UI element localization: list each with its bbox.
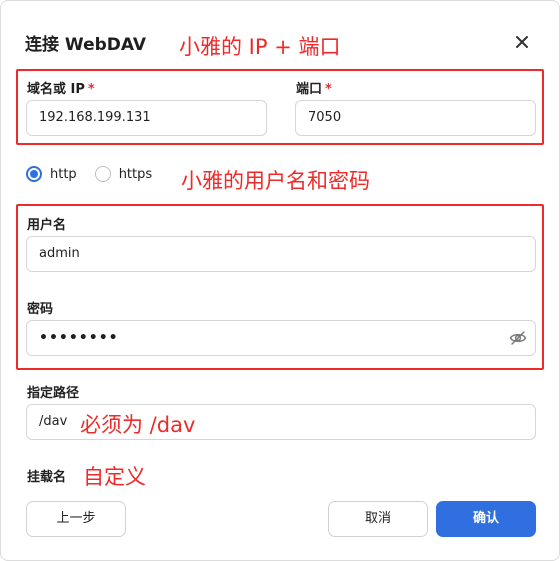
radio-http[interactable]	[26, 166, 42, 182]
dialog-title: 连接 WebDAV	[25, 35, 147, 55]
close-icon	[516, 36, 528, 48]
back-button[interactable]: 上一步	[26, 501, 126, 537]
radio-https[interactable]	[94, 166, 111, 182]
confirm-button[interactable]: 确认	[436, 501, 536, 537]
close-button[interactable]	[509, 29, 535, 55]
mount-name-label: 挂载名	[27, 470, 67, 485]
cancel-button[interactable]: 取消	[328, 501, 428, 537]
annotation-mount-name: 自定义	[83, 465, 146, 489]
webdav-connect-dialog: 连接 WebDAV 域名或 IP * 192.168.199.131 端口 * 70…	[0, 0, 560, 561]
annotation-path: 必须为 /dav	[80, 413, 196, 437]
path-label: 指定路径	[27, 386, 80, 401]
radio-https-label[interactable]: https	[119, 167, 152, 182]
annotation-box-ip-port	[16, 69, 544, 145]
radio-http-label[interactable]: http	[50, 167, 77, 182]
protocol-radio-group: http https	[26, 165, 170, 183]
annotation-credentials: 小雅的用户名和密码	[181, 169, 370, 193]
annotation-box-credentials	[16, 204, 544, 370]
annotation-ip-port: 小雅的 IP + 端口	[179, 35, 341, 59]
